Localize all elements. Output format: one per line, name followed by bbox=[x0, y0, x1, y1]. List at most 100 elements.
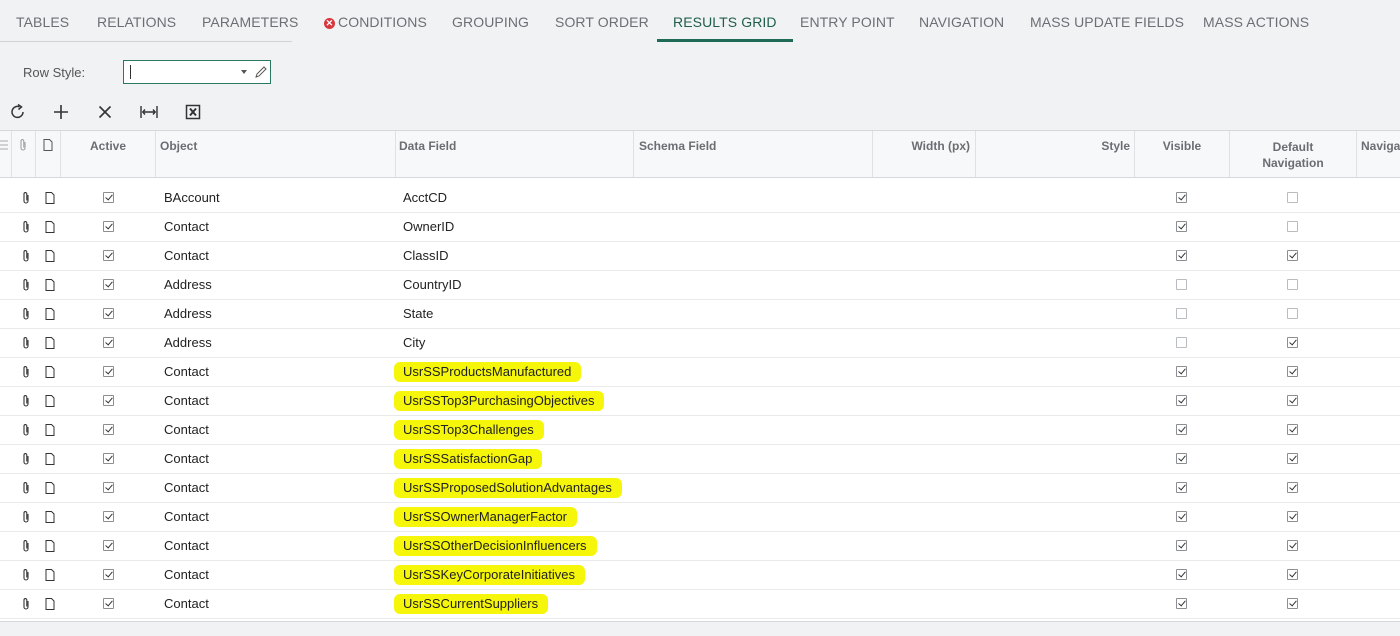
header-style[interactable]: Style bbox=[976, 131, 1135, 177]
object-cell[interactable]: Contact bbox=[164, 590, 209, 618]
paperclip-icon[interactable] bbox=[20, 597, 32, 611]
note-icon[interactable] bbox=[44, 365, 56, 379]
table-row[interactable]: Address City bbox=[0, 329, 1400, 358]
chevron-down-icon[interactable] bbox=[241, 70, 247, 74]
header-schema-field[interactable]: Schema Field bbox=[634, 131, 873, 177]
default-navigation-checkbox[interactable] bbox=[1287, 540, 1298, 551]
default-navigation-checkbox[interactable] bbox=[1287, 598, 1298, 609]
object-cell[interactable]: Contact bbox=[164, 445, 209, 473]
note-icon[interactable] bbox=[44, 452, 56, 466]
visible-checkbox[interactable] bbox=[1176, 482, 1187, 493]
visible-checkbox[interactable] bbox=[1176, 569, 1187, 580]
active-checkbox[interactable] bbox=[103, 279, 114, 290]
visible-checkbox[interactable] bbox=[1176, 279, 1187, 290]
header-selector[interactable] bbox=[0, 131, 12, 177]
active-checkbox[interactable] bbox=[103, 511, 114, 522]
active-checkbox[interactable] bbox=[103, 192, 114, 203]
note-icon[interactable] bbox=[44, 220, 56, 234]
data-field-cell[interactable]: UsrSSOtherDecisionInfluencers bbox=[394, 532, 597, 560]
note-icon[interactable] bbox=[44, 510, 56, 524]
object-cell[interactable]: Contact bbox=[164, 474, 209, 502]
paperclip-icon[interactable] bbox=[20, 220, 32, 234]
note-icon[interactable] bbox=[44, 481, 56, 495]
active-checkbox[interactable] bbox=[103, 337, 114, 348]
paperclip-icon[interactable] bbox=[20, 191, 32, 205]
note-icon[interactable] bbox=[44, 278, 56, 292]
visible-checkbox[interactable] bbox=[1176, 453, 1187, 464]
data-field-cell[interactable]: State bbox=[403, 300, 433, 328]
header-notes[interactable] bbox=[36, 131, 61, 177]
data-field-cell[interactable]: UsrSSTop3Challenges bbox=[394, 416, 544, 444]
data-field-cell[interactable]: UsrSSTop3PurchasingObjectives bbox=[394, 387, 605, 415]
default-navigation-checkbox[interactable] bbox=[1287, 453, 1298, 464]
header-attachments[interactable] bbox=[12, 131, 36, 177]
active-checkbox[interactable] bbox=[103, 250, 114, 261]
header-active[interactable]: Active bbox=[61, 131, 156, 177]
tab-relations[interactable]: RELATIONS bbox=[97, 0, 176, 42]
visible-checkbox[interactable] bbox=[1176, 395, 1187, 406]
tab-mass-update-fields[interactable]: MASS UPDATE FIELDS bbox=[1030, 0, 1184, 42]
data-field-cell[interactable]: CountryID bbox=[403, 271, 462, 299]
visible-checkbox[interactable] bbox=[1176, 308, 1187, 319]
note-icon[interactable] bbox=[44, 191, 56, 205]
edit-pencil-icon[interactable] bbox=[254, 65, 268, 79]
object-cell[interactable]: Contact bbox=[164, 532, 209, 560]
paperclip-icon[interactable] bbox=[20, 278, 32, 292]
default-navigation-checkbox[interactable] bbox=[1287, 366, 1298, 377]
visible-checkbox[interactable] bbox=[1176, 511, 1187, 522]
active-checkbox[interactable] bbox=[103, 395, 114, 406]
active-checkbox[interactable] bbox=[103, 366, 114, 377]
default-navigation-checkbox[interactable] bbox=[1287, 424, 1298, 435]
paperclip-icon[interactable] bbox=[20, 452, 32, 466]
note-icon[interactable] bbox=[44, 394, 56, 408]
header-data-field[interactable]: Data Field bbox=[396, 131, 634, 177]
refresh-icon[interactable] bbox=[8, 102, 28, 122]
paperclip-icon[interactable] bbox=[20, 365, 32, 379]
table-row[interactable]: Contact OwnerID bbox=[0, 213, 1400, 242]
header-width[interactable]: Width (px) bbox=[873, 131, 976, 177]
tab-grouping[interactable]: GROUPING bbox=[452, 0, 529, 42]
data-field-cell[interactable]: UsrSSProductsManufactured bbox=[394, 358, 582, 386]
header-object[interactable]: Object bbox=[156, 131, 396, 177]
note-icon[interactable] bbox=[44, 568, 56, 582]
active-checkbox[interactable] bbox=[103, 569, 114, 580]
header-default-navigation[interactable]: Default Navigation bbox=[1230, 131, 1357, 177]
default-navigation-checkbox[interactable] bbox=[1287, 395, 1298, 406]
object-cell[interactable]: Contact bbox=[164, 387, 209, 415]
active-checkbox[interactable] bbox=[103, 598, 114, 609]
object-cell[interactable]: Address bbox=[164, 300, 212, 328]
table-row[interactable]: Contact UsrSSCurrentSuppliers bbox=[0, 590, 1400, 619]
active-checkbox[interactable] bbox=[103, 540, 114, 551]
default-navigation-checkbox[interactable] bbox=[1287, 279, 1298, 290]
tab-mass-actions[interactable]: MASS ACTIONS bbox=[1203, 0, 1309, 42]
paperclip-icon[interactable] bbox=[20, 336, 32, 350]
add-icon[interactable] bbox=[51, 102, 71, 122]
data-field-cell[interactable]: UsrSSCurrentSuppliers bbox=[394, 590, 549, 618]
data-field-cell[interactable]: UsrSSProposedSolutionAdvantages bbox=[394, 474, 622, 502]
data-field-cell[interactable]: ClassID bbox=[403, 242, 449, 270]
note-icon[interactable] bbox=[44, 307, 56, 321]
active-checkbox[interactable] bbox=[103, 424, 114, 435]
export-excel-icon[interactable] bbox=[183, 102, 203, 122]
table-row[interactable]: Contact UsrSSSatisfactionGap bbox=[0, 445, 1400, 474]
note-icon[interactable] bbox=[44, 336, 56, 350]
visible-checkbox[interactable] bbox=[1176, 424, 1187, 435]
table-row[interactable]: Contact UsrSSProposedSolutionAdvantages bbox=[0, 474, 1400, 503]
data-field-cell[interactable]: UsrSSSatisfactionGap bbox=[394, 445, 543, 473]
default-navigation-checkbox[interactable] bbox=[1287, 511, 1298, 522]
visible-checkbox[interactable] bbox=[1176, 337, 1187, 348]
tab-navigation[interactable]: NAVIGATION bbox=[919, 0, 1004, 42]
data-field-cell[interactable]: City bbox=[403, 329, 425, 357]
row-style-select[interactable] bbox=[123, 60, 271, 84]
visible-checkbox[interactable] bbox=[1176, 598, 1187, 609]
active-checkbox[interactable] bbox=[103, 221, 114, 232]
paperclip-icon[interactable] bbox=[20, 307, 32, 321]
default-navigation-checkbox[interactable] bbox=[1287, 308, 1298, 319]
active-checkbox[interactable] bbox=[103, 482, 114, 493]
tab-results-grid[interactable]: RESULTS GRID bbox=[657, 0, 793, 42]
default-navigation-checkbox[interactable] bbox=[1287, 250, 1298, 261]
object-cell[interactable]: BAccount bbox=[164, 184, 220, 212]
paperclip-icon[interactable] bbox=[20, 394, 32, 408]
table-row[interactable]: Contact ClassID bbox=[0, 242, 1400, 271]
tab-parameters[interactable]: PARAMETERS bbox=[202, 0, 298, 42]
